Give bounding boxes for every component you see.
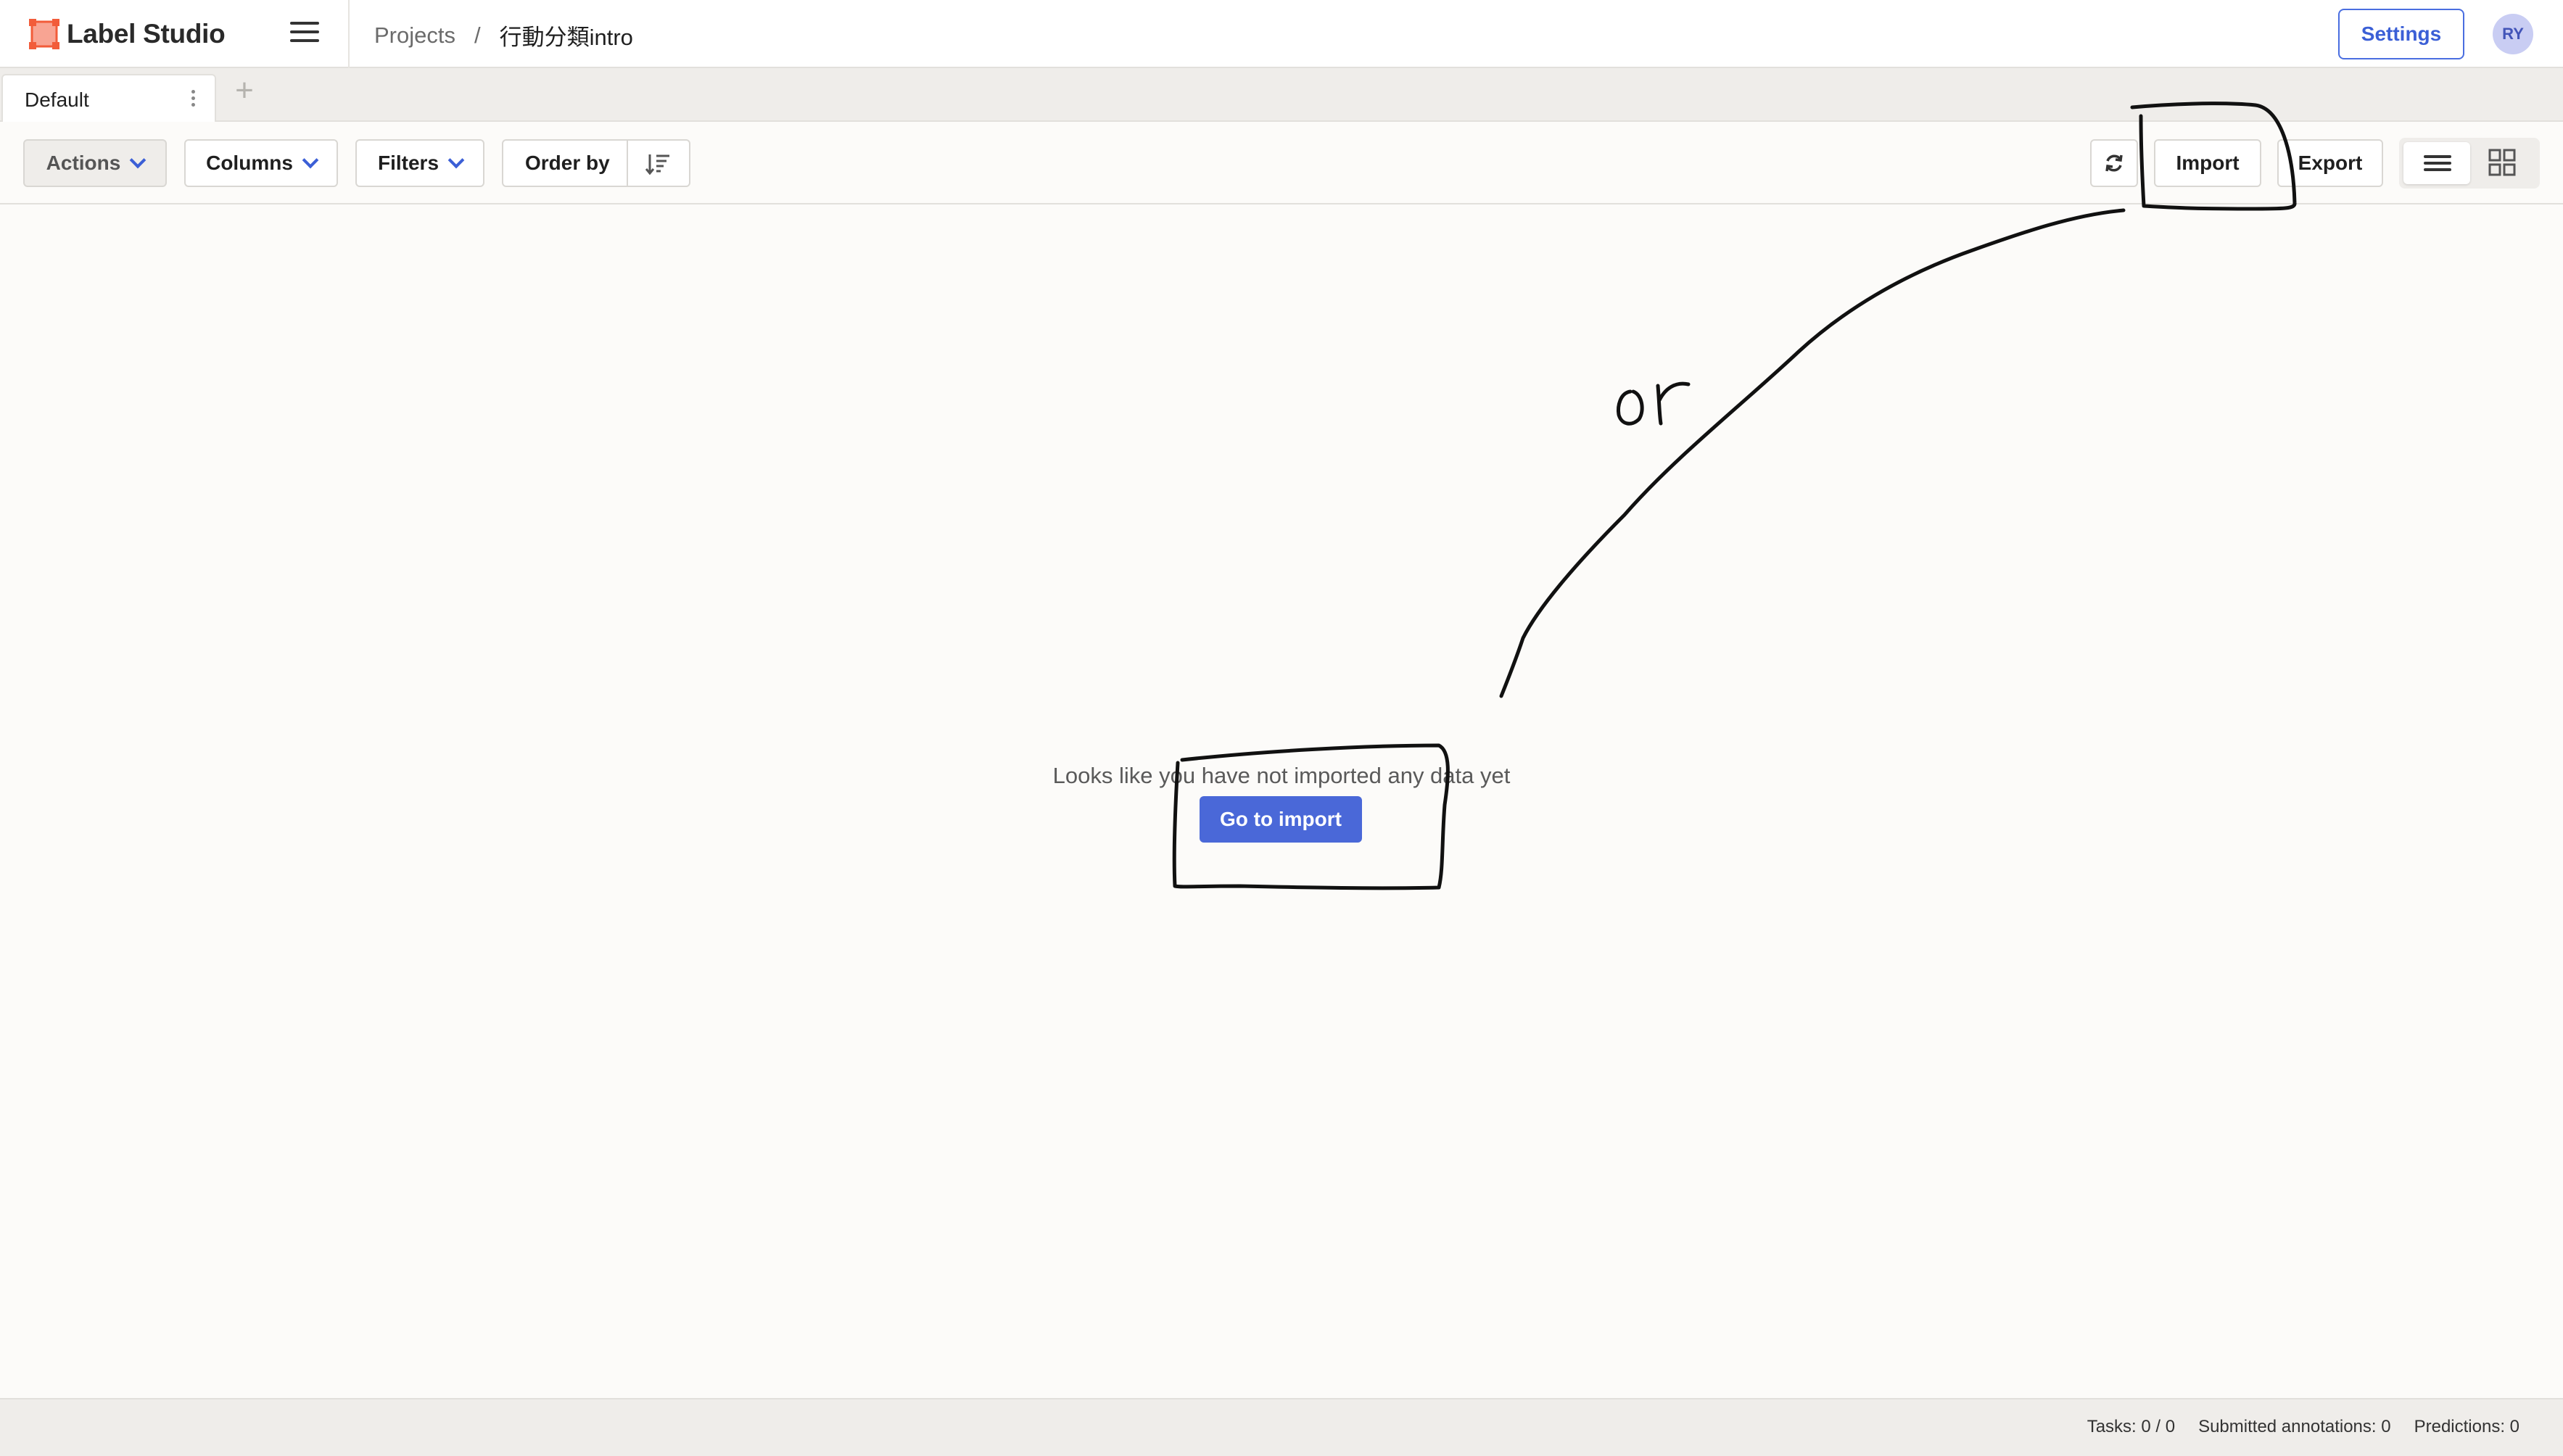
connector-curve bbox=[1499, 208, 2126, 698]
settings-button[interactable]: Settings bbox=[2338, 9, 2464, 59]
columns-label: Columns bbox=[206, 152, 293, 174]
order-by-control[interactable]: Order by bbox=[502, 139, 690, 187]
export-button[interactable]: Export bbox=[2277, 139, 2383, 187]
sort-direction-icon[interactable] bbox=[645, 152, 672, 175]
breadcrumb-projects-link[interactable]: Projects bbox=[374, 22, 455, 49]
columns-dropdown[interactable]: Columns bbox=[184, 139, 338, 187]
header-divider bbox=[348, 0, 350, 68]
actions-dropdown[interactable]: Actions bbox=[23, 139, 167, 187]
view-mode-toggle bbox=[2399, 138, 2540, 189]
app-logo[interactable]: Label Studio bbox=[28, 17, 226, 51]
filters-label: Filters bbox=[377, 152, 439, 174]
breadcrumb: Projects / 行動分類intro bbox=[374, 19, 633, 51]
chevron-down-icon bbox=[447, 152, 465, 169]
handwritten-or-r bbox=[1656, 381, 1691, 426]
tasks-count: Tasks: 0 / 0 bbox=[2087, 1417, 2176, 1436]
label-studio-logo-icon bbox=[29, 19, 59, 49]
order-by-label: Order by bbox=[525, 152, 610, 174]
app-name: Label Studio bbox=[67, 19, 226, 49]
main-menu-icon[interactable] bbox=[290, 22, 319, 46]
order-by-divider bbox=[627, 141, 628, 186]
user-avatar[interactable]: RY bbox=[2493, 14, 2533, 54]
refresh-icon bbox=[2105, 154, 2123, 172]
actions-label: Actions bbox=[46, 152, 121, 174]
tab-label: Default bbox=[25, 88, 89, 111]
submitted-annotations-count: Submitted annotations: 0 bbox=[2198, 1417, 2391, 1436]
handwritten-annotation-overlay bbox=[1172, 102, 2297, 890]
list-view-icon[interactable] bbox=[2403, 142, 2470, 184]
chevron-down-icon bbox=[130, 152, 146, 169]
import-button[interactable]: Import bbox=[2154, 139, 2261, 187]
status-footer: Tasks: 0 / 0 Submitted annotations: 0 Pr… bbox=[0, 1398, 2563, 1456]
breadcrumb-current-project: 行動分類intro bbox=[499, 25, 633, 50]
tab-default[interactable]: Default bbox=[1, 74, 216, 122]
add-tab-icon[interactable]: + bbox=[232, 75, 257, 107]
tab-options-icon[interactable] bbox=[191, 90, 196, 107]
filters-dropdown[interactable]: Filters bbox=[355, 139, 484, 187]
data-manager-toolbar: Actions Columns Filters Order by Import … bbox=[0, 122, 2563, 204]
view-tabs-bar: Default + bbox=[0, 68, 2563, 122]
grid-view-icon[interactable] bbox=[2488, 148, 2517, 177]
refresh-button[interactable] bbox=[2090, 139, 2138, 187]
predictions-count: Predictions: 0 bbox=[2414, 1417, 2519, 1436]
handwritten-or-o bbox=[1617, 389, 1644, 426]
top-header: Label Studio Projects / 行動分類intro Settin… bbox=[0, 0, 2563, 68]
breadcrumb-separator: / bbox=[474, 22, 481, 48]
chevron-down-icon bbox=[302, 152, 319, 169]
go-to-import-button[interactable]: Go to import bbox=[1200, 796, 1362, 843]
empty-state-message: Looks like you have not imported any dat… bbox=[1052, 763, 1511, 788]
